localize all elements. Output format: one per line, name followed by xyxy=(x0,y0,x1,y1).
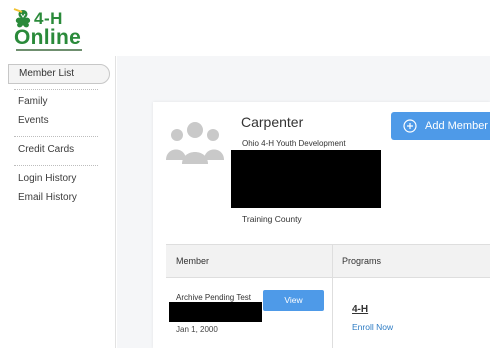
sidebar-item-credit-cards[interactable]: Credit Cards xyxy=(18,144,74,155)
column-header-member: Member xyxy=(176,256,210,266)
logo-tagline-bar xyxy=(16,49,82,51)
club-name: Ohio 4-H Youth Development xyxy=(242,139,346,148)
sidebar-item-events[interactable]: Events xyxy=(18,115,49,126)
member-name: Archive Pending Test xyxy=(176,293,252,302)
program-link-4h[interactable]: 4-H xyxy=(352,304,368,315)
sidebar-item-label: Member List xyxy=(19,68,75,79)
main-content: Carpenter Ohio 4-H Youth Development Tra… xyxy=(117,56,490,348)
view-member-button[interactable]: View xyxy=(263,290,324,311)
enroll-now-link[interactable]: Enroll Now xyxy=(352,322,393,332)
redacted-block xyxy=(231,150,381,208)
sidebar-divider xyxy=(14,89,98,90)
member-birthdate: Jan 1, 2000 xyxy=(176,325,218,334)
plus-circle-icon xyxy=(403,119,417,133)
family-name: Carpenter xyxy=(241,114,304,130)
sidebar: Member List Family Events Credit Cards L… xyxy=(0,56,116,348)
logo-online-text: Online xyxy=(14,26,82,49)
table-header-row: Member Programs xyxy=(166,244,490,278)
add-member-button[interactable]: Add Member xyxy=(391,112,490,140)
sidebar-item-member-list[interactable]: Member List xyxy=(8,64,110,84)
sidebar-divider xyxy=(14,136,98,137)
people-icon xyxy=(166,122,224,164)
sidebar-item-login-history[interactable]: Login History xyxy=(18,173,76,184)
redacted-block xyxy=(169,302,262,322)
four-h-online-logo[interactable]: 4-H Online xyxy=(8,6,88,52)
app-header: 4-H Online xyxy=(0,0,490,56)
sidebar-item-family[interactable]: Family xyxy=(18,96,47,107)
add-member-label: Add Member xyxy=(425,120,488,132)
column-header-programs: Programs xyxy=(342,256,382,266)
family-card: Carpenter Ohio 4-H Youth Development Tra… xyxy=(153,102,490,348)
sidebar-divider xyxy=(14,165,98,166)
county-name: Training County xyxy=(242,214,302,224)
sidebar-item-email-history[interactable]: Email History xyxy=(18,192,77,203)
column-divider xyxy=(332,244,333,348)
members-table: Member Programs Archive Pending Test Vie… xyxy=(166,244,490,348)
